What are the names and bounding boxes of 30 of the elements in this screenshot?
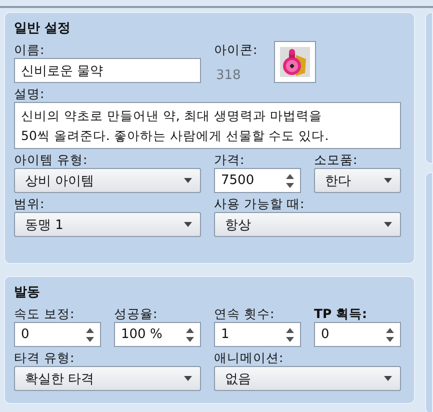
panel-title: 일반 설정 — [14, 20, 72, 37]
field-label: 타격 유형: — [14, 349, 76, 366]
scope-dropdown[interactable]: 동맹 1 — [14, 212, 201, 237]
field-label: 속도 보정: — [14, 305, 76, 322]
item-type-dropdown[interactable]: 상비 아이템 — [14, 168, 201, 193]
success-spinner[interactable]: 100 % — [114, 322, 201, 347]
panel-title: 발동 — [14, 284, 41, 301]
price-spinner[interactable]: 7500 — [214, 168, 301, 193]
description-field[interactable]: 신비의 약초로 만들어낸 약, 최대 생명력과 마법력을 50씩 올려준다. 좋아하는 사람에게 선물할 수도 있다. — [14, 102, 401, 149]
field-label: 성공율: — [114, 305, 158, 322]
field-label: 범위: — [14, 195, 46, 212]
field-label: 소모품: — [314, 151, 358, 168]
consumable-dropdown[interactable]: 한다 — [314, 168, 401, 193]
tp-gain-spinner[interactable]: 0 — [314, 322, 401, 347]
field-label: 가격: — [214, 151, 246, 168]
icon-index: 318 — [215, 68, 242, 83]
field-label: 아이템 유형: — [14, 151, 88, 168]
field-label: 사용 가능할 때: — [214, 195, 306, 212]
field-label: 아이콘: — [214, 41, 258, 58]
field-label: 설명: — [14, 85, 46, 102]
field-label: 이름: — [14, 41, 46, 58]
field-label: 애니메이션: — [214, 349, 284, 366]
repeats-spinner[interactable]: 1 — [214, 322, 301, 347]
name-field[interactable]: 신비로운 물약 — [14, 58, 201, 83]
field-label: 연속 횟수: — [214, 305, 276, 322]
occasion-dropdown[interactable]: 항상 — [214, 212, 401, 237]
speed-spinner[interactable]: 0 — [14, 322, 101, 347]
field-label: TP 획득: — [314, 305, 368, 322]
hit-type-dropdown[interactable]: 확실한 타격 — [14, 366, 201, 391]
animation-dropdown[interactable]: 없음 — [214, 366, 401, 391]
